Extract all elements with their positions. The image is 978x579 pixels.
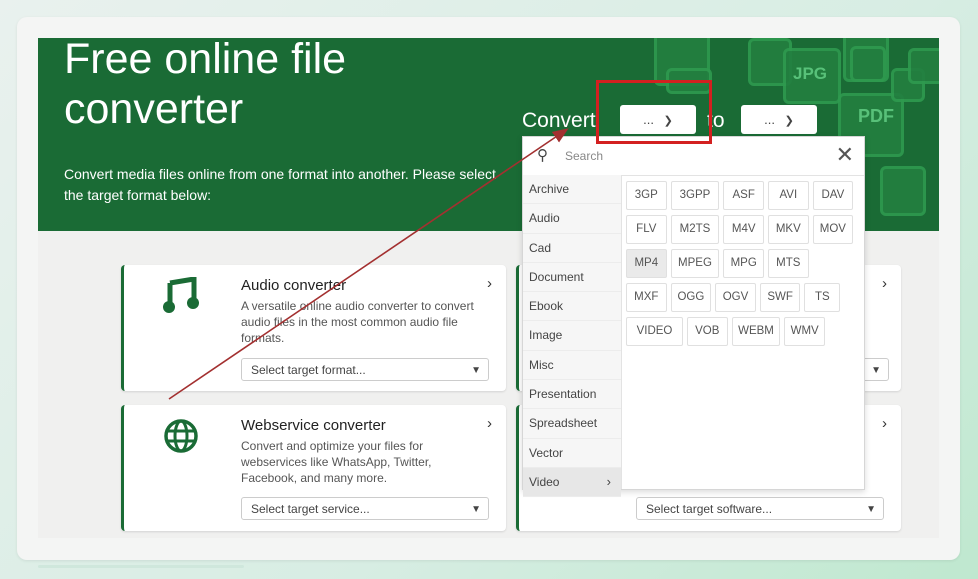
annotation-arrow [168,128,569,400]
converter-page: JPG PDF Free online file converter Conve… [38,38,939,538]
progress-line [38,565,244,568]
